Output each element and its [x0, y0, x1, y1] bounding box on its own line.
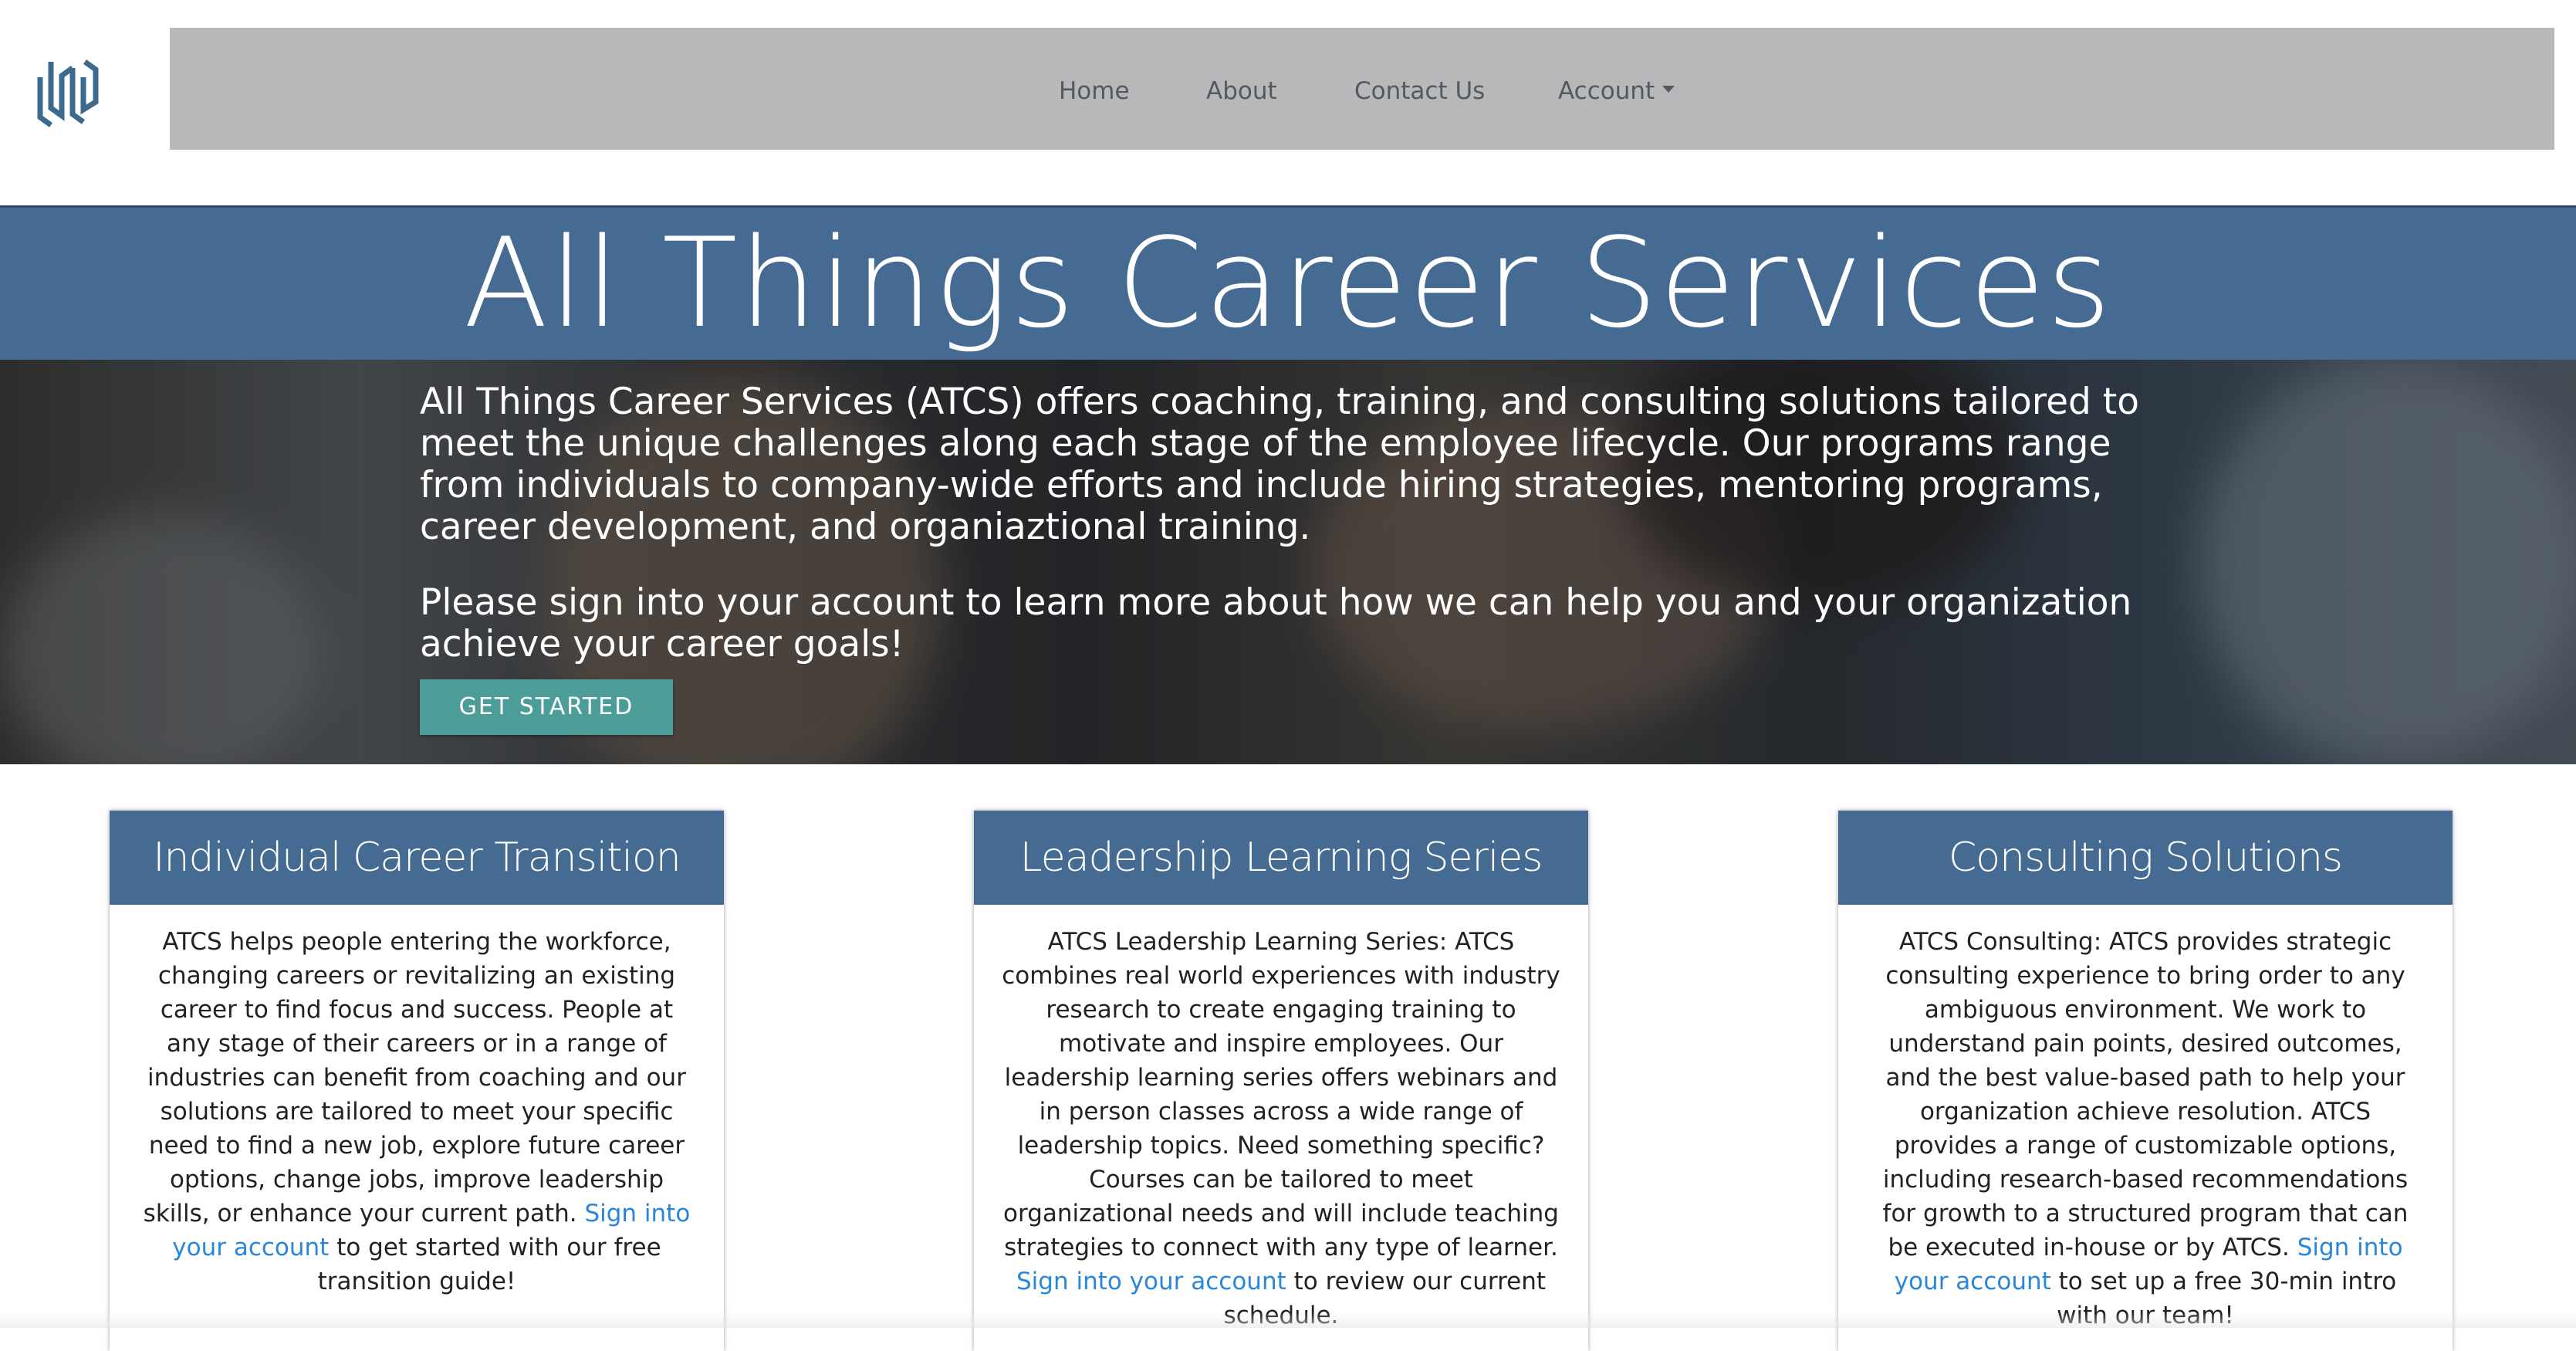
card-body: ATCS Leadership Learning Series: ATCS co… — [974, 905, 1588, 1332]
card-text: ATCS Consulting: ATCS provides strategic… — [1882, 928, 2409, 1261]
hero-title-band: All Things Career Services — [0, 205, 2576, 360]
card-individual-career-transition: Individual Career Transition ATCS helps … — [110, 811, 724, 1351]
card-title: Consulting Solutions — [1838, 811, 2453, 905]
page-bottom-fade — [0, 1312, 2576, 1328]
get-started-button[interactable]: GET STARTED — [420, 679, 673, 735]
card-consulting-solutions: Consulting Solutions ATCS Consulting: AT… — [1838, 811, 2453, 1351]
card-text: ATCS Leadership Learning Series: ATCS co… — [1002, 928, 1560, 1261]
nav-contact-link[interactable]: Contact Us — [1354, 28, 1485, 150]
hero-description: All Things Career Services (ATCS) offers… — [420, 381, 2139, 548]
sign-in-link[interactable]: Sign into your account — [1016, 1268, 1286, 1295]
geometric-hex-logo-icon — [37, 59, 99, 127]
nav-about-link[interactable]: About — [1206, 28, 1277, 150]
card-text-after: to get started with our free transition … — [317, 1234, 661, 1295]
caret-down-icon — [1662, 86, 1675, 93]
hero-title: All Things Career Services — [463, 211, 2113, 355]
nav-home-link[interactable]: Home — [1059, 28, 1130, 150]
nav-account-label: Account — [1558, 77, 1655, 105]
nav-account-dropdown[interactable]: Account — [1558, 28, 1675, 150]
site-logo[interactable] — [34, 54, 103, 131]
card-title: Individual Career Transition — [110, 811, 724, 905]
card-body: ATCS Consulting: ATCS provides strategic… — [1838, 905, 2453, 1332]
hero-signin-prompt: Please sign into your account to learn m… — [420, 581, 2132, 665]
top-navbar: Home About Contact Us Account — [170, 28, 2554, 150]
card-leadership-learning-series: Leadership Learning Series ATCS Leadersh… — [974, 811, 1588, 1351]
card-title: Leadership Learning Series — [974, 811, 1588, 905]
card-body: ATCS helps people entering the workforce… — [110, 905, 724, 1299]
card-text: ATCS helps people entering the workforce… — [143, 928, 686, 1227]
